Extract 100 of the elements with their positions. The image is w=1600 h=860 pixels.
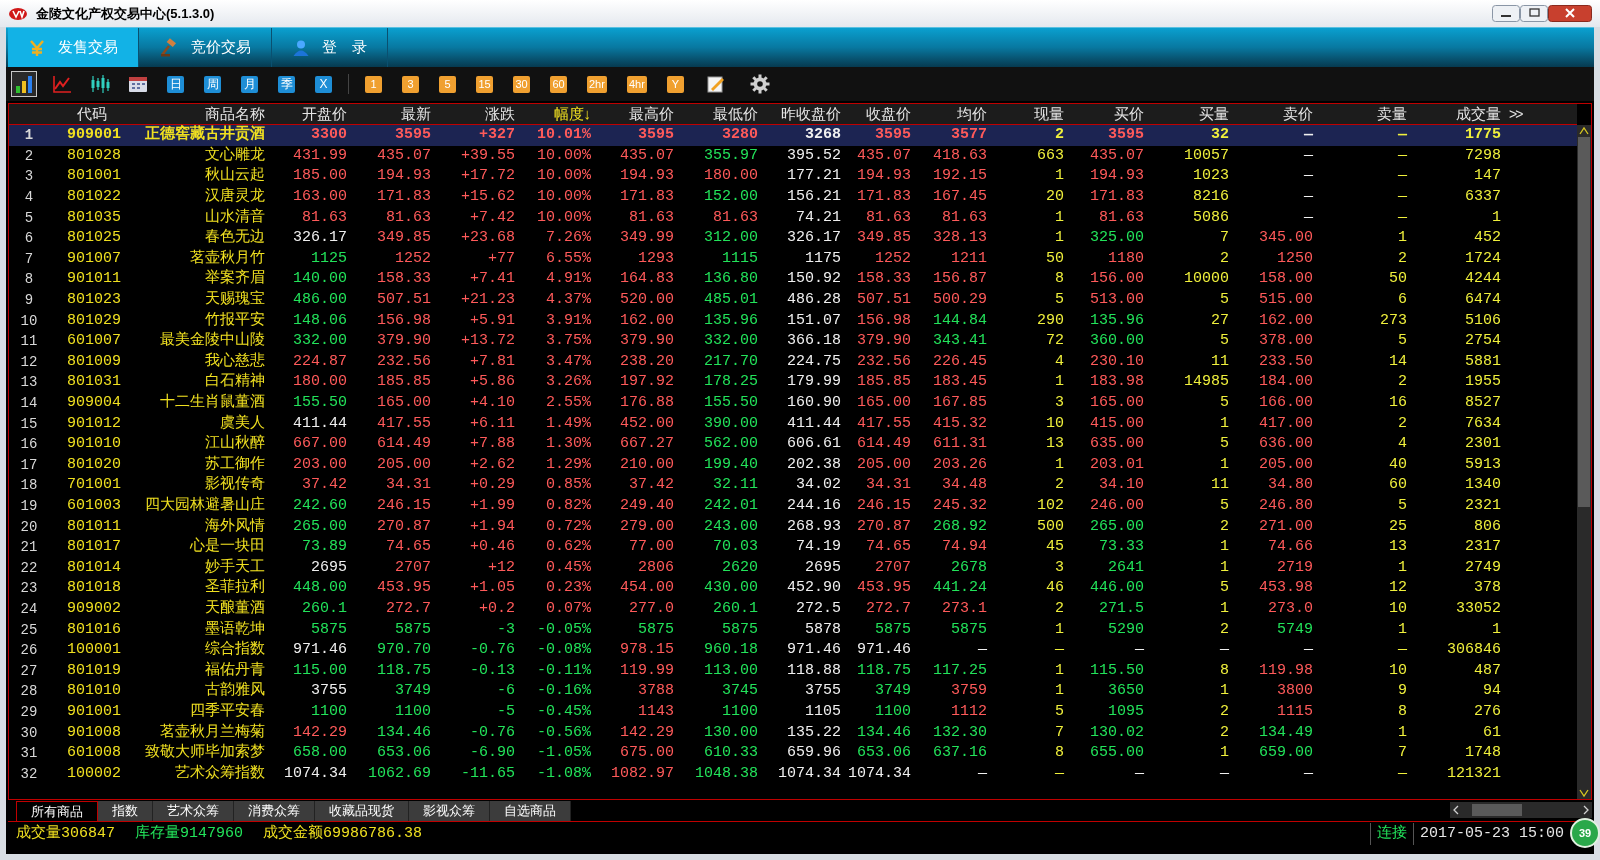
table-cell-text: 102	[1036, 496, 1065, 516]
column-header[interactable]: 昨收盘价	[762, 104, 845, 124]
table-row[interactable]: 25 801016 墨语乾坤 5875 5875 -3 -0.05% 5875 5875 5878 5875 5875 1 5290 2 5749 1 1	[9, 619, 1577, 640]
maximize-button[interactable]	[1520, 5, 1548, 22]
table-row[interactable]: 3 801001 秋山云起 185.00 194.93 +17.72 10.00% 194.93 180.00 177.21 194.93 192.15 1 194.93 1023 — — 147	[9, 166, 1577, 187]
category-tab[interactable]: 消费众筹	[234, 801, 315, 821]
table-row[interactable]: 7 901007 茗壶秋月竹 1125 1252 +77 6.55% 1293 1115 1175 1252 1211 50 1180 2 1250 2 1724	[9, 248, 1577, 270]
table-row[interactable]: 13 801031 白石精神 180.00 185.85 +5.86 3.26% 197.92 178.25 179.99 185.85 183.45 1 183.98 14985 184.00 2 1955	[9, 372, 1577, 393]
table-cell-text: 94	[1482, 681, 1502, 702]
table-cell-text: 272.7	[385, 598, 432, 619]
column-header[interactable]: 开盘价	[269, 104, 351, 124]
column-header[interactable]: 均价	[915, 104, 991, 124]
table-row[interactable]: 1 909001 正德窖藏古井贡酒 3300 3595 +327 10.01% 3595 3280 3268 3595 3577 2 3595 32 — — 1775	[9, 125, 1577, 146]
scroll-up-icon[interactable]	[1577, 125, 1591, 137]
period-button[interactable]: 月	[241, 75, 258, 93]
table-row[interactable]: 15 901012 虞美人 411.44 417.55 +6.11 1.49% 452.00 390.00 411.44 417.55 415.32 10 415.00 1 417.00 2 7634	[9, 413, 1577, 434]
column-header[interactable]: 最高价	[595, 104, 678, 124]
vertical-scrollbar[interactable]	[1577, 125, 1591, 799]
table-cell-text: 1062.69	[367, 763, 432, 784]
table-row[interactable]: 17 801020 苏工御作 203.00 205.00 +2.62 1.29% 210.00 199.40 202.38 205.00 203.26 1 203.01 1 205.00 40 5913	[9, 454, 1577, 476]
table-row[interactable]: 4 801022 汉唐灵龙 163.00 171.83 +15.62 10.00% 171.83 152.00 156.21 171.83 167.45 20 171.83 8216 — — 6337	[9, 186, 1577, 208]
category-tab[interactable]: 艺术众筹	[153, 801, 234, 821]
column-header[interactable]: 卖价	[1233, 104, 1317, 124]
table-row[interactable]: 5 801035 山水清音 81.63 81.63 +7.42 10.00% 81.63 81.63 74.21 81.63 81.63 1 81.63 5086 — — 1	[9, 207, 1577, 228]
name-cell-text: 我心慈悲	[204, 351, 266, 372]
table-cell-text: 328.13	[932, 228, 988, 249]
table-row[interactable]: 27 801019 福佑丹青 115.00 118.75 -0.13 -0.11% 119.99 113.00 118.88 118.75 117.25 1 115.50 8 119.98 10 487	[9, 660, 1577, 682]
column-header[interactable]: 买价	[1068, 104, 1148, 124]
table-cell-text: 152.00	[703, 187, 759, 208]
table-cell-text: 167.85	[932, 393, 988, 413]
column-header[interactable]: 代码	[49, 104, 139, 124]
table-cell-text: 3800	[1276, 681, 1314, 702]
scrollbar-thumb[interactable]	[1578, 137, 1590, 507]
column-header[interactable]: 幅度↓	[519, 104, 595, 124]
table-row[interactable]: 22 801014 妙手天工 2695 2707 +12 0.45% 2806 2620 2695 2707 2678 3 2641 1 2719 1 2749	[9, 557, 1577, 579]
more-columns-button[interactable]: >>	[1509, 103, 1522, 125]
column-header[interactable]: 成交量	[1411, 104, 1505, 124]
close-button[interactable]	[1548, 5, 1592, 22]
table-cell-text: 13	[1045, 434, 1065, 455]
category-tab[interactable]: 自选商品	[490, 801, 571, 821]
table-row[interactable]: 21 801017 心是一块田 73.89 74.65 +0.46 0.62% 77.00 70.03 74.19 74.65 74.94 45 73.33 1 74.66 13 2317	[9, 536, 1577, 558]
table-row[interactable]: 28 801010 古韵雅风 3755 3749 -6 -0.16% 3788 3745 3755 3749 3759 1 3650 1 3800 9 94	[9, 681, 1577, 702]
scroll-down-icon[interactable]	[1577, 787, 1591, 799]
table-cell-text: 230.10	[1089, 351, 1145, 372]
table-row[interactable]: 12 801009 我心慈悲 224.87 232.56 +7.81 3.47% 238.20 217.70 224.75 232.56 226.45 4 230.10 11 233.50 14 5881	[9, 351, 1577, 373]
table-row[interactable]: 20 801011 海外风情 265.00 270.87 +1.94 0.72% 279.00 243.00 268.93 270.87 268.92 500 265.00 2 271.00 25 806	[9, 516, 1577, 537]
table-cell-text: 12	[1388, 578, 1408, 599]
table-row[interactable]: 6 801025 春色无边 326.17 349.85 +23.68 7.26% 349.99 312.00 326.17 349.85 328.13 1 325.00 7 345.00 1 452	[9, 227, 1577, 249]
table-cell-text: 245.32	[932, 496, 988, 516]
table-row[interactable]: 26 100001 综合指数 971.46 970.70 -0.76 -0.08% 978.15 960.18 971.46 971.46 — — — — — — 306846	[9, 639, 1577, 661]
table-row[interactable]: 14 909004 十二生肖鼠董酒 155.50 165.00 +4.10 2.55% 176.88 155.50 160.90 165.00 167.85 3 165.00 5 166.00 16 8527	[9, 392, 1577, 414]
table-cell-text: 520.00	[619, 290, 675, 311]
table-cell-text: 232.56	[376, 351, 432, 372]
category-tab[interactable]: 指数	[98, 801, 153, 821]
table-cell-text: +39.55	[460, 145, 516, 166]
table-cell-text: 81.63	[712, 207, 759, 228]
category-tab[interactable]: 影视众筹	[409, 801, 490, 821]
chart-tool-button[interactable]	[11, 71, 37, 97]
table-cell-text: 3650	[1107, 681, 1145, 702]
column-header[interactable]: 收盘价	[845, 104, 915, 124]
table-row[interactable]: 11 601007 最美金陵中山陵 332.00 379.90 +13.72 3.75% 379.90 332.00 366.18 379.90 343.41 72 360.00 5 378.00 5 2754	[9, 330, 1577, 352]
table-row[interactable]: 19 601003 四大园林避暑山庄 242.60 246.15 +1.99 0.82% 249.40 242.01 244.16 246.15 245.32 102 246.00 5 246.80 5 2321	[9, 495, 1577, 517]
period-button[interactable]: X	[315, 75, 332, 93]
period-button[interactable]: 周	[204, 75, 221, 93]
table-row[interactable]: 8 901011 举案齐眉 140.00 158.33 +7.41 4.91% 164.83 136.80 150.92 158.33 156.87 8 156.00 10000 158.00 50 4244	[9, 269, 1577, 290]
table-row[interactable]: 18 701001 影视传奇 37.42 34.31 +0.29 0.85% 37.42 32.11 34.02 34.31 34.48 2 34.10 11 34.80 60 1340	[9, 475, 1577, 496]
table-cell-text: 326.17	[292, 228, 348, 249]
app-logo-icon	[8, 6, 28, 21]
table-cell-text: +7.81	[469, 351, 516, 372]
scrollbar-thumb[interactable]	[1472, 804, 1522, 816]
category-tab[interactable]: 收藏品现货	[315, 801, 409, 821]
table-cell-text: 435.07	[1089, 145, 1145, 166]
table-cell-text: 325.00	[1089, 228, 1145, 249]
table-cell-text: 1340	[1464, 475, 1502, 496]
column-header[interactable]: 涨跌	[435, 104, 519, 124]
table-row[interactable]: 9 801023 天赐瑰宝 486.00 507.51 +21.23 4.37% 520.00 485.01 486.28 507.51 500.29 5 513.00 5 515.00 6 6474	[9, 289, 1577, 311]
table-row[interactable]: 23 801018 圣菲拉利 448.00 453.95 +1.05 0.23% 454.00 430.00 452.90 453.95 441.24 46 446.00 5 453.98 12 378	[9, 578, 1577, 599]
column-header[interactable]: 最低价	[678, 104, 762, 124]
category-tab[interactable]: 所有商品	[16, 801, 98, 821]
minimize-button[interactable]	[1492, 5, 1520, 22]
horizontal-scrollbar[interactable]	[1450, 802, 1592, 818]
table-cell-text: 3595	[874, 127, 912, 144]
table-row[interactable]: 10 801029 竹报平安 148.06 156.98 +5.91 3.91% 162.00 135.96 151.07 156.98 144.84 290 135.96 27 162.00 273 5106	[9, 310, 1577, 331]
table-row[interactable]: 16 901010 江山秋醉 667.00 614.49 +7.88 1.30% 667.27 562.00 606.61 614.49 611.31 13 635.00 5 636.00 4 2301	[9, 433, 1577, 455]
table-cell-text: 3.75%	[545, 331, 592, 352]
table-row[interactable]: 31 601008 致敬大师毕加索梦 658.00 653.06 -6.90 -1.05% 675.00 610.33 659.96 653.06 637.16 8 655.00 1 659.00 7 1748	[9, 742, 1577, 764]
table-row[interactable]: 32 100002 艺术众筹指数 1074.34 1062.69 -11.65 -1.08% 1082.97 1048.38 1074.34 1074.34 — — — — — — 121321	[9, 763, 1577, 784]
table-row[interactable]: 24 909002 天酿董酒 260.1 272.7 +0.2 0.07% 277.0 260.1 272.5 272.7 273.1 2 271.5 1 273.0 10 33052	[9, 598, 1577, 620]
column-header[interactable]: 买量	[1148, 104, 1233, 124]
column-header[interactable]: 现量	[991, 104, 1068, 124]
table-row[interactable]: 30 901008 茗壶秋月兰梅菊 142.29 134.46 -0.76 -0.56% 142.29 130.00 135.22 134.46 132.30 7 130.02 2 134.49 1 61	[9, 722, 1577, 743]
column-header[interactable]: 卖量	[1317, 104, 1411, 124]
table-row[interactable]: 29 901001 四季平安春 1100 1100 -5 -0.45% 1143 1100 1105 1100 1112 5 1095 2 1115 8 276	[9, 701, 1577, 723]
period-button[interactable]: 季	[278, 75, 295, 93]
column-header[interactable]: 最新	[351, 104, 435, 124]
period-button[interactable]: 日	[167, 75, 184, 93]
table-cell-text: 0.82%	[545, 496, 592, 516]
table-row[interactable]: 2 801028 文心雕龙 431.99 435.07 +39.55 10.00% 435.07 355.97 395.52 435.07 418.63 663 435.07 10057 — — 7298	[9, 145, 1577, 167]
table-cell-text: 273.0	[1267, 598, 1314, 619]
column-header[interactable]: 商品名称	[139, 104, 269, 124]
